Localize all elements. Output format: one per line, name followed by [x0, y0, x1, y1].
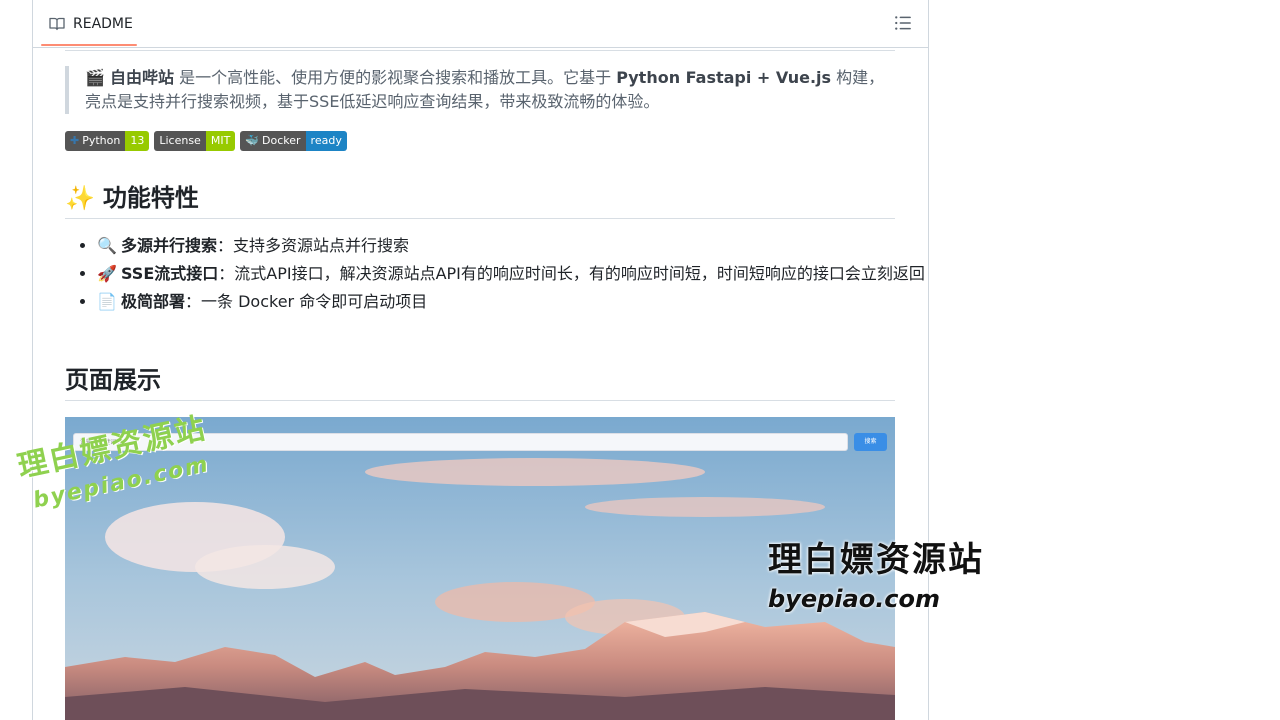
magnifier-icon: 🔍	[97, 236, 117, 255]
document-icon: 📄	[97, 292, 117, 311]
feature-title: 多源并行搜索	[121, 236, 218, 255]
project-name: 自由哔站	[110, 68, 175, 87]
docker-badge[interactable]: 🐳 Docker ready	[240, 131, 347, 151]
sparkles-icon: ✨	[65, 184, 95, 212]
showcase-heading: 页面展示	[65, 364, 895, 401]
feature-title: 极简部署	[121, 292, 186, 311]
list-item: 🔍多源并行搜索：支持多资源站点并行搜索	[97, 234, 927, 258]
badge-label: Docker	[262, 134, 301, 147]
python-icon: ✚	[70, 134, 80, 147]
clapper-icon: 🎬	[85, 68, 105, 87]
badge-label: License	[159, 134, 201, 147]
divider	[65, 50, 895, 51]
watermark-black: 理白嫖资源站 byepiao.com	[768, 538, 984, 616]
feature-desc: ：一条 Docker 命令即可启动项目	[185, 292, 428, 311]
badge-value: 13	[125, 131, 150, 151]
badge-row: ✚ Python 13 License MIT 🐳 Docker ready	[65, 131, 347, 151]
badge-value: MIT	[205, 131, 236, 151]
features-list: 🔍多源并行搜索：支持多资源站点并行搜索 🚀SSE流式接口：流式API接口，解决资…	[65, 234, 927, 318]
search-button[interactable]: 搜索	[854, 433, 887, 451]
features-heading-text: 功能特性	[102, 184, 199, 212]
feature-title: SSE流式接口	[121, 264, 219, 283]
feature-desc: ：支持多资源站点并行搜索	[217, 236, 410, 255]
list-item: 📄极简部署：一条 Docker 命令即可启动项目	[97, 290, 927, 314]
license-badge[interactable]: License MIT	[154, 131, 236, 151]
tab-readme[interactable]: README	[41, 0, 137, 47]
intro-text-1: 是一个高性能、使用方便的影视聚合搜索和播放工具。它基于	[174, 68, 617, 87]
book-icon	[49, 17, 65, 30]
python-badge[interactable]: ✚ Python 13	[65, 131, 150, 151]
docker-icon: 🐳	[245, 134, 260, 147]
watermark-domain: byepiao.com	[768, 585, 941, 613]
tech-stack: Python Fastapi + Vue.js	[616, 68, 832, 87]
watermark-title: 理白嫖资源站	[768, 540, 984, 580]
list-icon[interactable]	[894, 14, 912, 32]
intro-blockquote: 🎬 自由哔站 是一个高性能、使用方便的影视聚合搜索和播放工具。它基于 Pytho…	[65, 66, 895, 114]
list-item: 🚀SSE流式接口：流式API接口，解决资源站点API有的响应时间长，有的响应时间…	[97, 262, 927, 286]
tab-readme-label: README	[73, 15, 133, 32]
features-heading: ✨ 功能特性	[65, 182, 895, 219]
readme-tabbar: README	[33, 0, 928, 48]
rocket-icon: 🚀	[97, 264, 117, 283]
badge-value: ready	[305, 131, 347, 151]
tab-active-indicator	[41, 44, 137, 46]
badge-label: Python	[82, 134, 121, 147]
feature-desc: ：流式API接口，解决资源站点API有的响应时间长，有的响应时间短，时间短响应的…	[218, 264, 925, 283]
